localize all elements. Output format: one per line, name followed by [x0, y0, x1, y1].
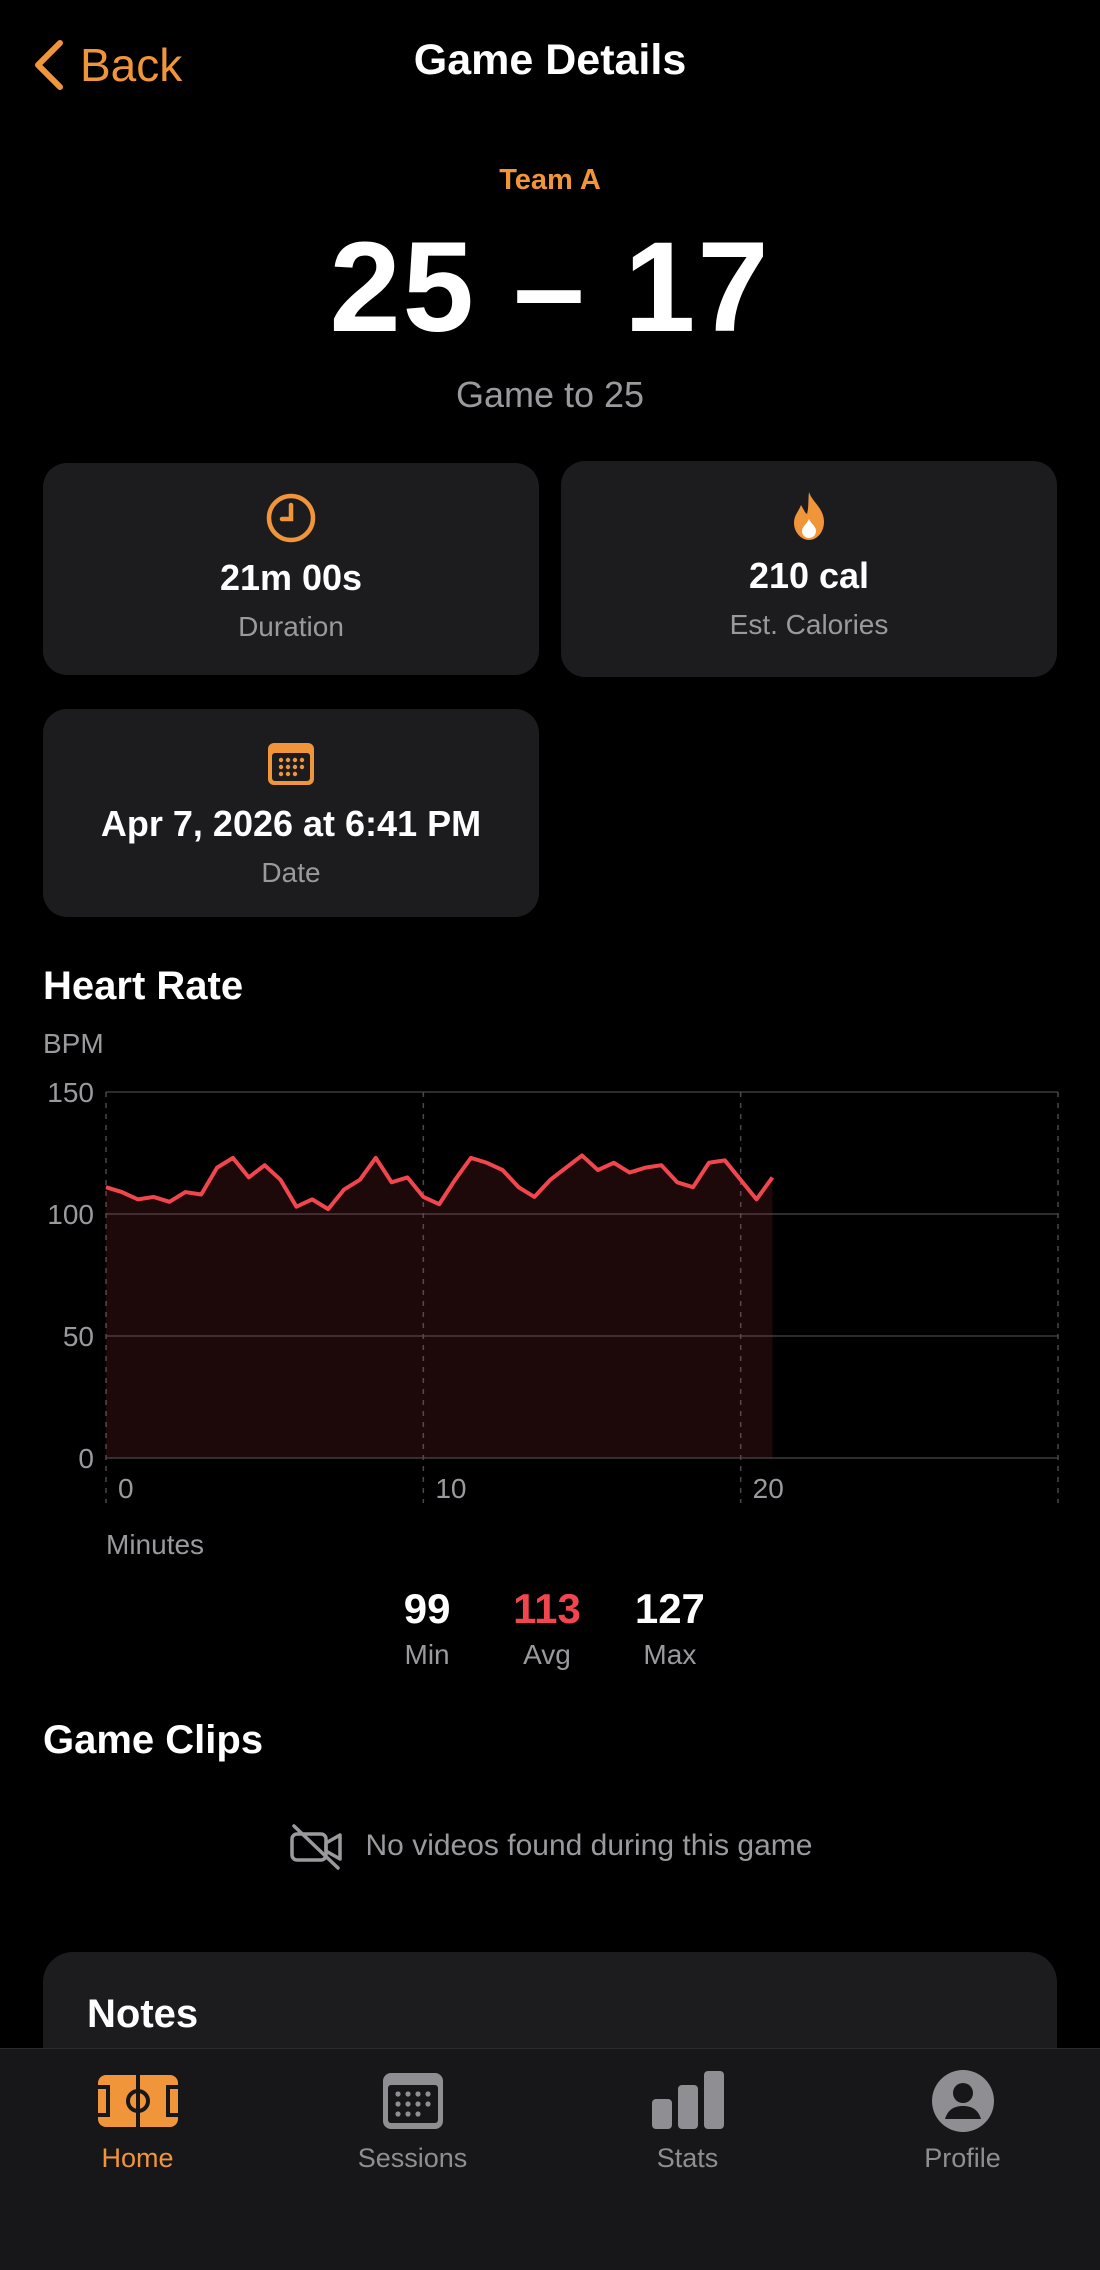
y-axis-label: BPM — [43, 1030, 104, 1059]
bar-chart-icon — [651, 2071, 724, 2129]
duration-card: 21m 00s Duration — [43, 463, 539, 675]
hr-avg-value: 113 — [513, 1585, 581, 1632]
date-card: Apr 7, 2026 at 6:41 PM Date — [43, 709, 539, 917]
x-tick-label: 0 — [118, 1473, 134, 1504]
y-tick-labels: 0 50 100 150 — [47, 1077, 94, 1474]
x-tick-label: 10 — [435, 1473, 466, 1504]
tab-sessions-label: Sessions — [357, 2143, 468, 2173]
duration-label: Duration — [238, 611, 344, 642]
y-tick-label: 150 — [47, 1077, 94, 1108]
heart-rate-summary: 99 Min 113 Avg 127 Max — [0, 1585, 1100, 1671]
court-icon — [97, 2075, 178, 2127]
tab-sessions[interactable]: Sessions — [275, 2049, 550, 2270]
y-tick-label: 50 — [63, 1321, 94, 1352]
date-value: Apr 7, 2026 at 6:41 PM — [100, 803, 482, 844]
tab-profile[interactable]: Profile — [825, 2049, 1100, 2270]
tab-home-label: Home — [101, 2143, 174, 2173]
calendar-grid-icon — [382, 2073, 443, 2129]
tab-stats[interactable]: Stats — [550, 2049, 825, 2270]
heart-rate-chart: BPM 0 50 100 150 0 10 20 Minutes — [43, 1030, 1059, 1560]
game-clips-title: Game Clips — [43, 1718, 264, 1762]
heart-rate-title: Heart Rate — [43, 964, 244, 1008]
calories-card: 210 cal Est. Calories — [561, 461, 1057, 677]
calories-value: 210 cal — [748, 555, 870, 596]
tab-profile-label: Profile — [924, 2143, 1001, 2173]
clips-empty-state: No videos found during this game — [0, 1822, 1100, 1870]
clock-icon — [266, 493, 316, 543]
tab-stats-label: Stats — [656, 2143, 719, 2173]
date-label: Date — [261, 857, 321, 888]
game-target: Game to 25 — [455, 374, 645, 415]
calendar-icon — [268, 743, 314, 785]
duration-value: 21m 00s — [219, 557, 363, 598]
game-details-screen: Back Game Details Team A 25 – 17 Game to… — [0, 0, 1100, 2270]
hr-min-value: 99 — [403, 1585, 451, 1632]
hr-max: 127 Max — [635, 1585, 705, 1671]
x-tick-label: 20 — [753, 1473, 784, 1504]
y-tick-label: 0 — [78, 1443, 94, 1474]
tab-bar: Home Sessions Stats Profile — [0, 2048, 1100, 2270]
tab-home[interactable]: Home — [0, 2049, 275, 2270]
hr-avg-label: Avg — [523, 1639, 571, 1670]
x-axis-label: Minutes — [106, 1529, 204, 1560]
y-tick-label: 100 — [47, 1199, 94, 1230]
person-icon — [931, 2070, 994, 2132]
game-score: 25 – 17 — [329, 216, 771, 359]
x-tick-labels: 0 10 20 — [118, 1473, 784, 1504]
hr-max-value: 127 — [634, 1585, 705, 1632]
hr-max-label: Max — [643, 1639, 697, 1670]
hr-avg: 113 Avg — [513, 1585, 581, 1671]
hr-min: 99 Min — [395, 1585, 459, 1671]
team-name: Team A — [499, 164, 601, 196]
flame-icon — [794, 492, 824, 540]
page-title: Game Details — [413, 36, 687, 84]
notes-title: Notes — [87, 1992, 199, 2036]
navigation-bar: Back Game Details — [0, 0, 1100, 130]
hr-min-label: Min — [404, 1639, 450, 1670]
clips-empty-text: No videos found during this game — [365, 1829, 813, 1862]
video-off-icon — [289, 1824, 342, 1870]
calories-label: Est. Calories — [729, 609, 889, 640]
